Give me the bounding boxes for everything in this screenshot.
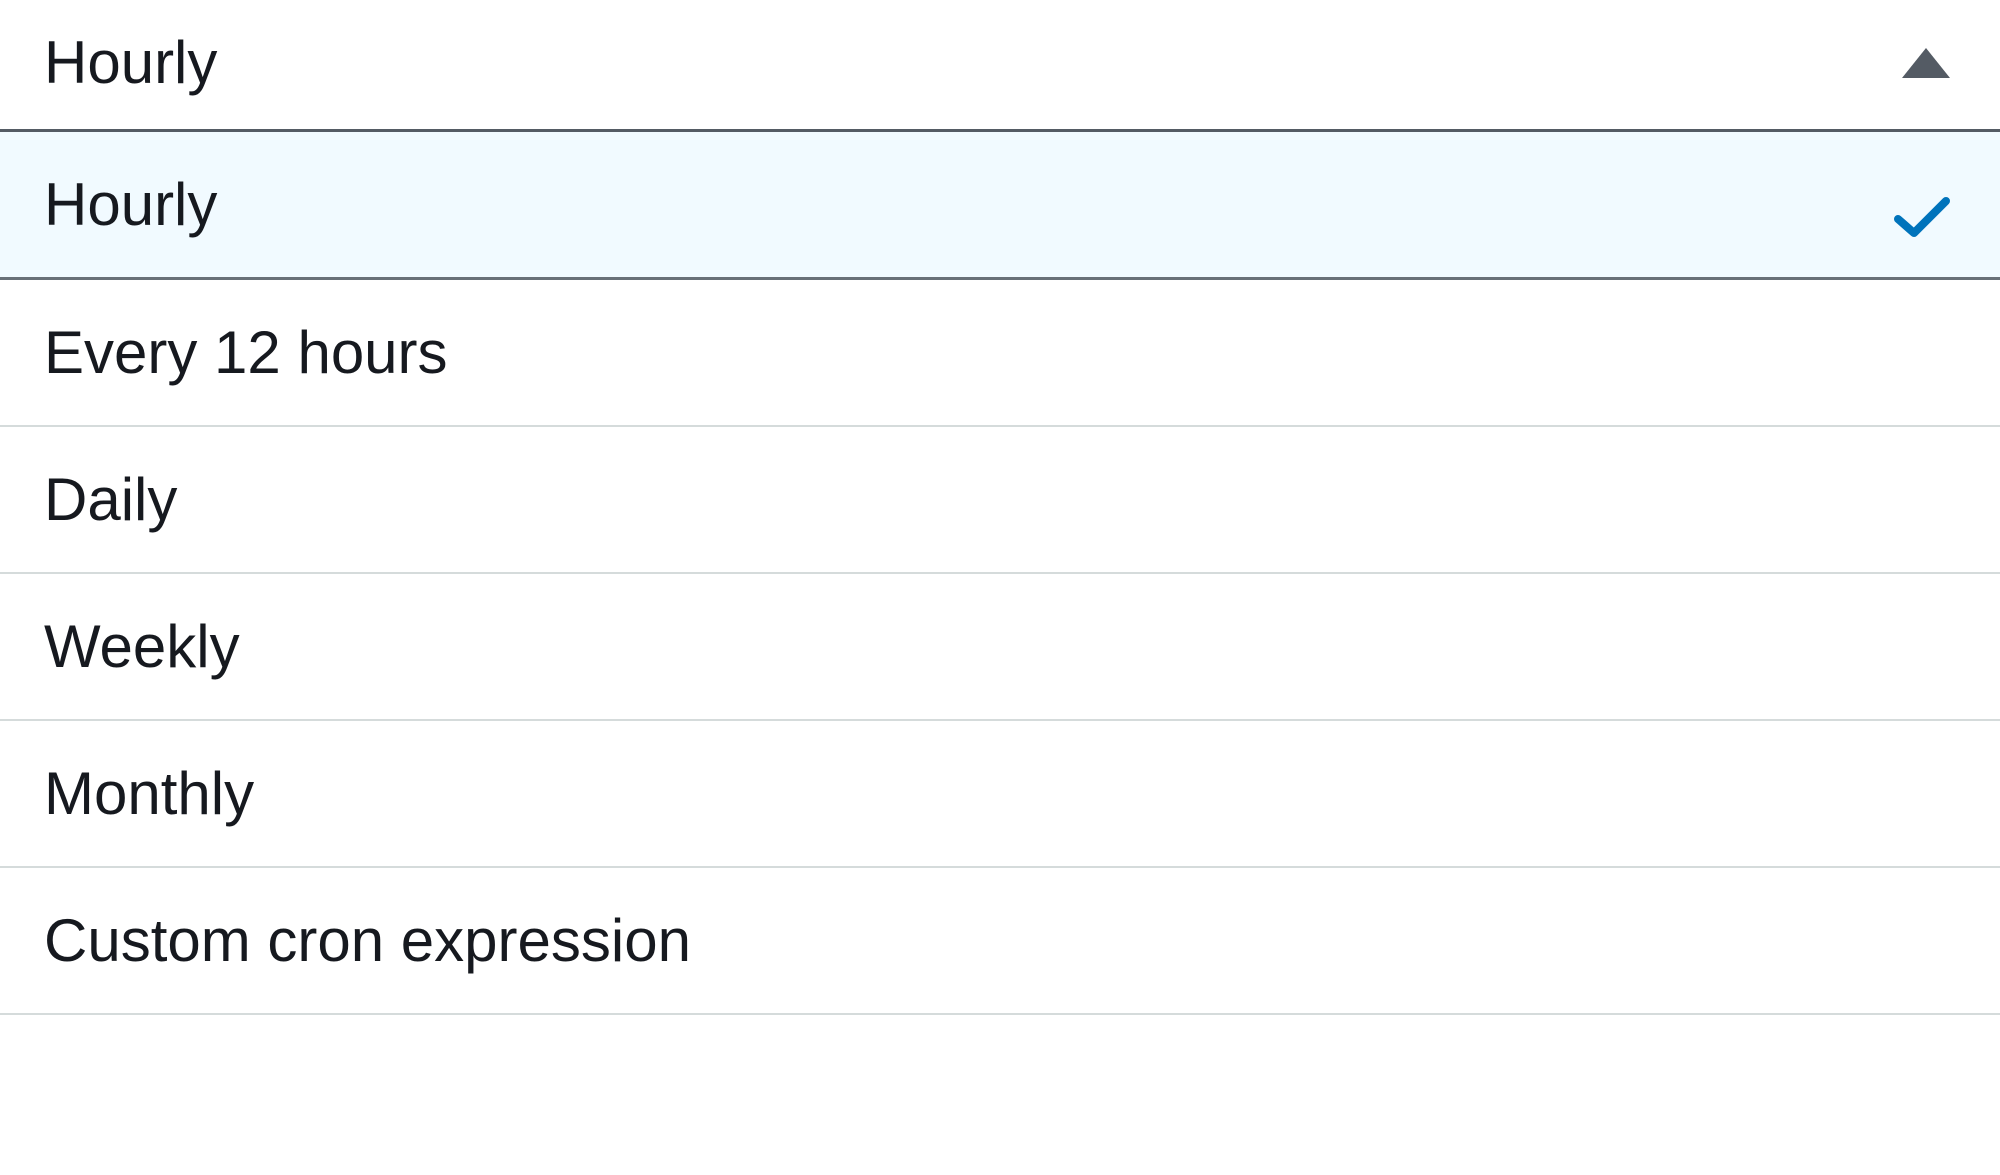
- dropdown-options-list: Hourly Every 12 hours Daily Weekly Month…: [0, 132, 2000, 1015]
- option-label: Custom cron expression: [44, 906, 691, 975]
- option-label: Every 12 hours: [44, 318, 448, 387]
- dropdown-option-daily[interactable]: Daily: [0, 427, 2000, 574]
- option-label: Hourly: [44, 170, 217, 239]
- option-label: Weekly: [44, 612, 240, 681]
- schedule-frequency-dropdown[interactable]: Hourly Hourly Every 12 hours Daily Weekl…: [0, 0, 2000, 1015]
- dropdown-option-weekly[interactable]: Weekly: [0, 574, 2000, 721]
- dropdown-selected-value: Hourly: [44, 28, 217, 97]
- dropdown-option-monthly[interactable]: Monthly: [0, 721, 2000, 868]
- check-icon: [1894, 184, 1950, 226]
- dropdown-trigger[interactable]: Hourly: [0, 0, 2000, 132]
- caret-up-icon: [1902, 48, 1950, 78]
- dropdown-option-custom-cron[interactable]: Custom cron expression: [0, 868, 2000, 1015]
- option-label: Monthly: [44, 759, 254, 828]
- dropdown-option-hourly[interactable]: Hourly: [0, 132, 2000, 280]
- option-label: Daily: [44, 465, 177, 534]
- dropdown-option-every-12-hours[interactable]: Every 12 hours: [0, 280, 2000, 427]
